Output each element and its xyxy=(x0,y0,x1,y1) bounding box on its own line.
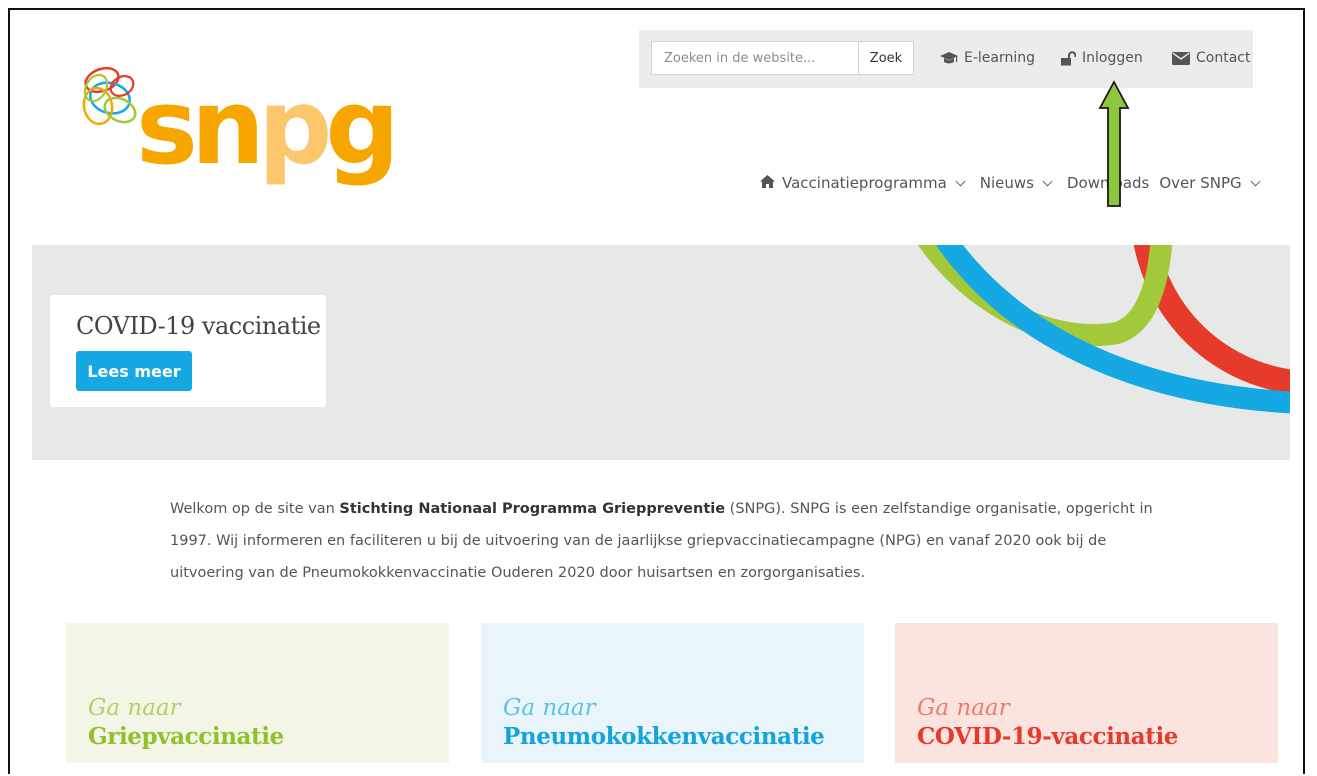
browser-page: Zoek E-learning Inloggen Contact xyxy=(8,8,1305,774)
tile-subtitle: Ga naar xyxy=(503,695,596,721)
tile-title: Pneumokokkenvaccinatie xyxy=(503,723,825,750)
hero-title: COVID-19 vaccinatie xyxy=(76,312,321,340)
tile-covid-vaccinatie[interactable]: Ga naar COVID-19-vaccinatie xyxy=(895,623,1278,763)
nav-item-nieuws[interactable]: Nieuws xyxy=(979,174,1053,192)
intro-org-name: Stichting Nationaal Programma Grieppreve… xyxy=(339,501,726,517)
logo-wordmark: snpg xyxy=(136,66,400,188)
nav-label-vaccinatieprogramma: Vaccinatieprogramma xyxy=(782,174,947,192)
contact-link[interactable]: Contact xyxy=(1172,48,1250,68)
tile-title: COVID-19-vaccinatie xyxy=(917,723,1179,750)
hero-card: COVID-19 vaccinatie Lees meer xyxy=(50,295,326,407)
home-icon xyxy=(760,174,775,192)
envelope-icon xyxy=(1172,51,1190,65)
search-button[interactable]: Zoek xyxy=(858,41,914,75)
tile-title: Griepvaccinatie xyxy=(88,723,284,750)
nav-label-nieuws: Nieuws xyxy=(979,174,1034,192)
nav-label-over-snpg: Over SNPG xyxy=(1159,174,1242,192)
tile-subtitle: Ga naar xyxy=(88,695,181,721)
intro-prefix: Welkom op de site van xyxy=(170,501,340,517)
snpg-logo[interactable]: snpg xyxy=(70,50,400,220)
login-label: Inloggen xyxy=(1082,50,1143,66)
search-input[interactable] xyxy=(651,41,858,75)
tile-griepvaccinatie[interactable]: Ga naar Griepvaccinatie xyxy=(66,623,449,763)
tile-subtitle: Ga naar xyxy=(917,695,1010,721)
tile-pneumokokkenvaccinatie[interactable]: Ga naar Pneumokokkenvaccinatie xyxy=(481,623,864,763)
e-learning-label: E-learning xyxy=(964,50,1036,66)
chevron-down-icon xyxy=(1250,176,1261,186)
annotation-arrow-icon xyxy=(1098,80,1130,207)
intro-paragraph: Welkom op de site van Stichting Nationaa… xyxy=(170,493,1180,589)
contact-label: Contact xyxy=(1196,50,1251,66)
hero-banner: COVID-19 vaccinatie Lees meer xyxy=(32,245,1290,460)
chevron-down-icon xyxy=(1042,176,1053,186)
main-navigation: Vaccinatieprogramma Nieuws Downloads Ove… xyxy=(760,170,1261,196)
read-more-button[interactable]: Lees meer xyxy=(76,351,192,391)
unlock-icon xyxy=(1060,50,1076,66)
graduation-cap-icon xyxy=(940,51,958,65)
chevron-down-icon xyxy=(955,176,966,186)
nav-item-vaccinatieprogramma[interactable]: Vaccinatieprogramma xyxy=(760,174,966,192)
login-link[interactable]: Inloggen xyxy=(1060,48,1143,68)
nav-item-over-snpg[interactable]: Over SNPG xyxy=(1159,174,1261,192)
e-learning-link[interactable]: E-learning xyxy=(940,48,1035,68)
utility-bar: Zoek E-learning Inloggen Contact xyxy=(639,30,1253,88)
